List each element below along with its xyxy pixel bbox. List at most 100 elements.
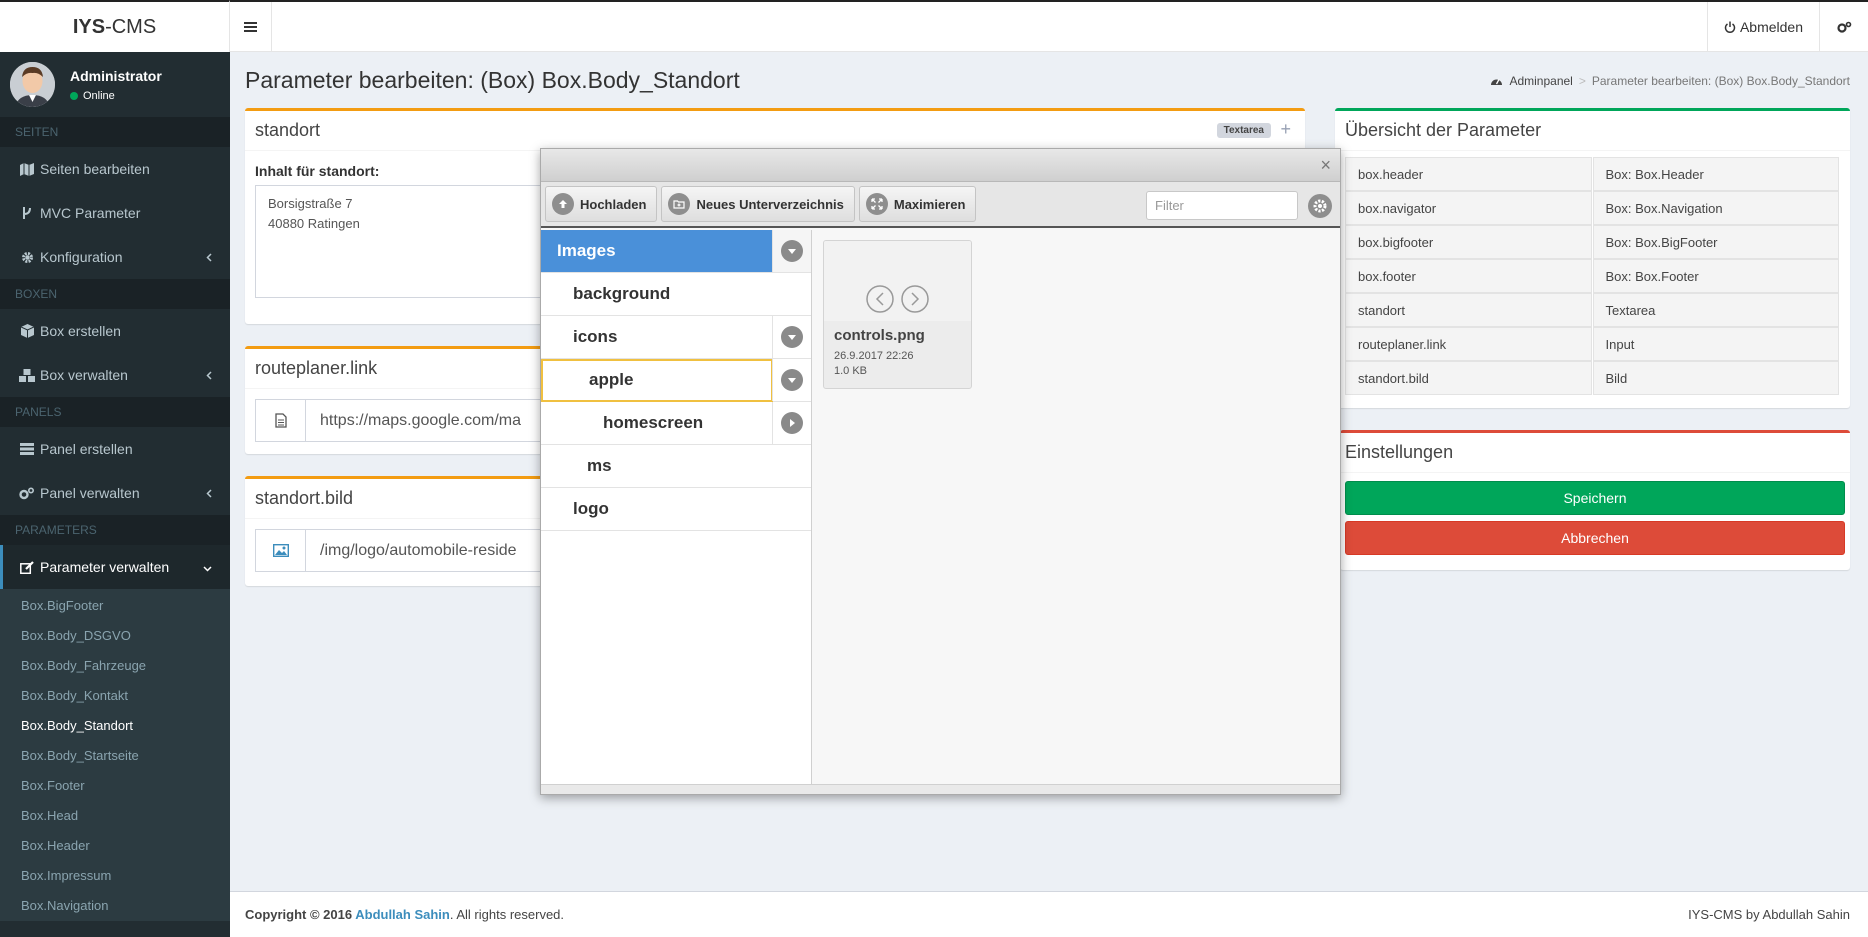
user-status-label: Online: [83, 89, 115, 102]
gear-icon[interactable]: [1308, 194, 1332, 218]
submenu-item[interactable]: Box.Navigation: [0, 891, 230, 921]
author-link[interactable]: Abdullah Sahin: [355, 907, 450, 922]
param-name: box.navigator: [1345, 191, 1592, 225]
close-icon[interactable]: ×: [1320, 155, 1331, 176]
user-status: Online: [70, 90, 162, 102]
table-row: routeplaner.link Input: [1345, 327, 1840, 361]
top-navbar: Abmelden: [230, 0, 1868, 52]
maximize-button[interactable]: Maximieren: [858, 186, 977, 222]
box-title: routeplaner.link: [255, 358, 378, 378]
new-directory-label: Neues Unterverzeichnis: [696, 196, 844, 212]
tree-node-icons[interactable]: icons: [541, 316, 811, 359]
sidebar-toggle-button[interactable]: [230, 2, 272, 52]
tree-node-background[interactable]: background: [541, 273, 811, 316]
submenu-item[interactable]: Box.Body_DSGVO: [0, 621, 230, 651]
submenu-item[interactable]: Box.Footer: [0, 771, 230, 801]
param-type: Bild: [1592, 361, 1839, 395]
expand-down-icon[interactable]: [772, 316, 811, 358]
breadcrumb-home-link[interactable]: Adminpanel: [1509, 74, 1572, 88]
cancel-button[interactable]: Abbrechen: [1345, 521, 1845, 555]
section-header-seiten: SEITEN: [0, 117, 230, 147]
upload-button[interactable]: Hochladen: [545, 186, 658, 222]
submenu-item[interactable]: Box.Impressum: [0, 861, 230, 891]
main-sidebar: Administrator Online SEITEN Seiten bearb…: [0, 52, 230, 937]
dialog-titlebar[interactable]: ×: [541, 149, 1340, 182]
file-date: 26.9.2017 22:26: [834, 350, 914, 362]
upload-icon: [552, 193, 574, 215]
user-panel: Administrator Online: [0, 52, 230, 117]
settings-box: Einstellungen Speichern Abbrechen: [1340, 430, 1850, 570]
sidebar-item-mvc-parameter[interactable]: MVC Parameter: [0, 191, 230, 235]
new-folder-icon: [668, 193, 691, 215]
avatar: [10, 62, 55, 107]
standort-box-header: standort Textarea +: [245, 111, 1305, 151]
tree-node-apple[interactable]: apple: [541, 358, 811, 402]
overview-box-header: Übersicht der Parameter: [1335, 111, 1850, 151]
logout-button[interactable]: Abmelden: [1706, 2, 1820, 52]
sidebar-item-seiten-bearbeiten[interactable]: Seiten bearbeiten: [0, 147, 230, 191]
table-row: box.bigfooter Box: Box.BigFooter: [1345, 225, 1840, 259]
submenu-item[interactable]: Box.Head: [0, 801, 230, 831]
tree-node-ms[interactable]: ms: [541, 445, 811, 488]
tree-node-homescreen[interactable]: homescreen: [541, 402, 811, 445]
sidebar-item-panel-verwalten[interactable]: Panel verwalten: [0, 471, 230, 515]
sidebar-item-box-erstellen[interactable]: Box erstellen: [0, 309, 230, 353]
page-title: Parameter bearbeiten: (Box) Box.Body_Sta…: [245, 67, 740, 93]
chevron-left-icon: [206, 367, 212, 383]
sidebar-item-label: MVC Parameter: [40, 205, 141, 221]
param-type: Box: Box.BigFooter: [1592, 225, 1839, 259]
tree-node-label: homescreen: [603, 413, 704, 432]
submenu-item[interactable]: Box.Body_Startseite: [0, 741, 230, 771]
chevron-left-icon: [206, 249, 212, 265]
sidebar-item-konfiguration[interactable]: Konfiguration: [0, 235, 230, 279]
file-item[interactable]: controls.png 26.9.2017 22:26 1.0 KB: [823, 240, 972, 389]
submenu-item[interactable]: Box.Header: [0, 831, 230, 861]
sidebar-item-parameter-verwalten[interactable]: Parameter verwalten: [0, 545, 230, 589]
settings-box-header: Einstellungen: [1340, 433, 1850, 473]
branch-icon: [18, 206, 36, 220]
tree-node-logo[interactable]: logo: [541, 488, 811, 531]
expand-down-icon[interactable]: [772, 230, 811, 272]
breadcrumb-separator: >: [1578, 74, 1586, 88]
tree-node-images[interactable]: Images: [541, 230, 811, 273]
tree-node-label: Images: [557, 241, 616, 260]
rights-text: . All rights reserved.: [449, 907, 565, 922]
param-name: box.bigfooter: [1345, 225, 1592, 259]
overview-box: Übersicht der Parameter box.header Box: B…: [1335, 108, 1850, 408]
param-name: box.header: [1345, 157, 1592, 191]
submenu-item[interactable]: Box.BigFooter: [0, 591, 230, 621]
edit-icon: [18, 560, 36, 574]
expand-right-icon[interactable]: [772, 402, 811, 444]
expand-down-icon[interactable]: [772, 359, 811, 401]
control-sidebar-button[interactable]: [1820, 2, 1868, 52]
copyright-text: Copyright © 2016: [245, 907, 356, 922]
parameter-submenu: Box.BigFooter Box.Body_DSGVO Box.Body_Fa…: [0, 589, 230, 921]
sidebar-item-label: Box verwalten: [40, 367, 128, 383]
dialog-resize-bar[interactable]: [541, 784, 1340, 794]
sidebar-item-box-verwalten[interactable]: Box verwalten: [0, 353, 230, 397]
filter-input[interactable]: [1146, 191, 1298, 220]
chevron-left-icon: [206, 485, 212, 501]
save-button[interactable]: Speichern: [1345, 481, 1845, 515]
cube-icon: [18, 324, 36, 338]
box-title: Einstellungen: [1345, 442, 1454, 462]
table-row: box.header Box: Box.Header: [1345, 157, 1840, 191]
input-value: https://maps.google.com/ma: [320, 411, 521, 429]
file-list: controls.png 26.9.2017 22:26 1.0 KB: [813, 230, 1340, 784]
logo-bold: IYS: [72, 15, 106, 38]
new-directory-button[interactable]: Neues Unterverzeichnis: [661, 186, 855, 222]
section-header-boxen: BOXEN: [0, 279, 230, 309]
image-icon: [256, 530, 306, 571]
box-title: Übersicht der Parameter: [1345, 120, 1542, 140]
submenu-item[interactable]: Box.Body_Fahrzeuge: [0, 651, 230, 681]
param-name: standort: [1345, 293, 1592, 327]
submenu-item[interactable]: Box.Body_Kontakt: [0, 681, 230, 711]
table-row: box.footer Box: Box.Footer: [1345, 259, 1840, 293]
app-logo[interactable]: IYS -CMS: [0, 0, 230, 52]
sidebar-item-panel-erstellen[interactable]: Panel erstellen: [0, 427, 230, 471]
maximize-label: Maximieren: [893, 196, 966, 212]
plus-icon[interactable]: +: [1280, 119, 1291, 140]
param-name: box.footer: [1345, 259, 1592, 293]
param-type: Box: Box.Header: [1592, 157, 1839, 191]
submenu-item-current[interactable]: Box.Body_Standort: [0, 711, 230, 741]
